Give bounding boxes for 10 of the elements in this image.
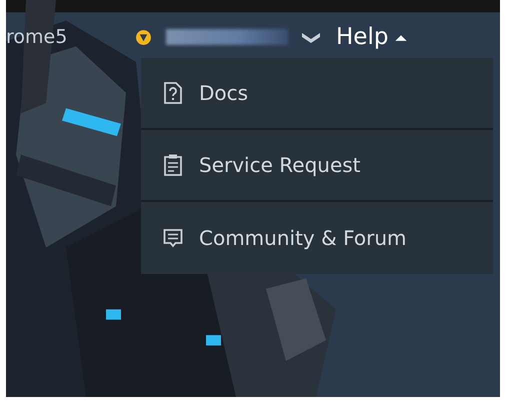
clipboard-icon [163, 153, 183, 177]
menu-item[interactable]: Docs [141, 58, 493, 130]
nav-item[interactable]: rome5 [6, 26, 135, 48]
menu-item[interactable]: Service Request [141, 130, 493, 202]
menu-item[interactable]: Community & Forum [141, 202, 493, 274]
caret-icon [394, 32, 408, 42]
chat-icon [163, 226, 183, 250]
chevron-icon [300, 30, 322, 44]
help-menu-button[interactable]: Help [336, 24, 408, 50]
help-document-icon [163, 81, 183, 105]
